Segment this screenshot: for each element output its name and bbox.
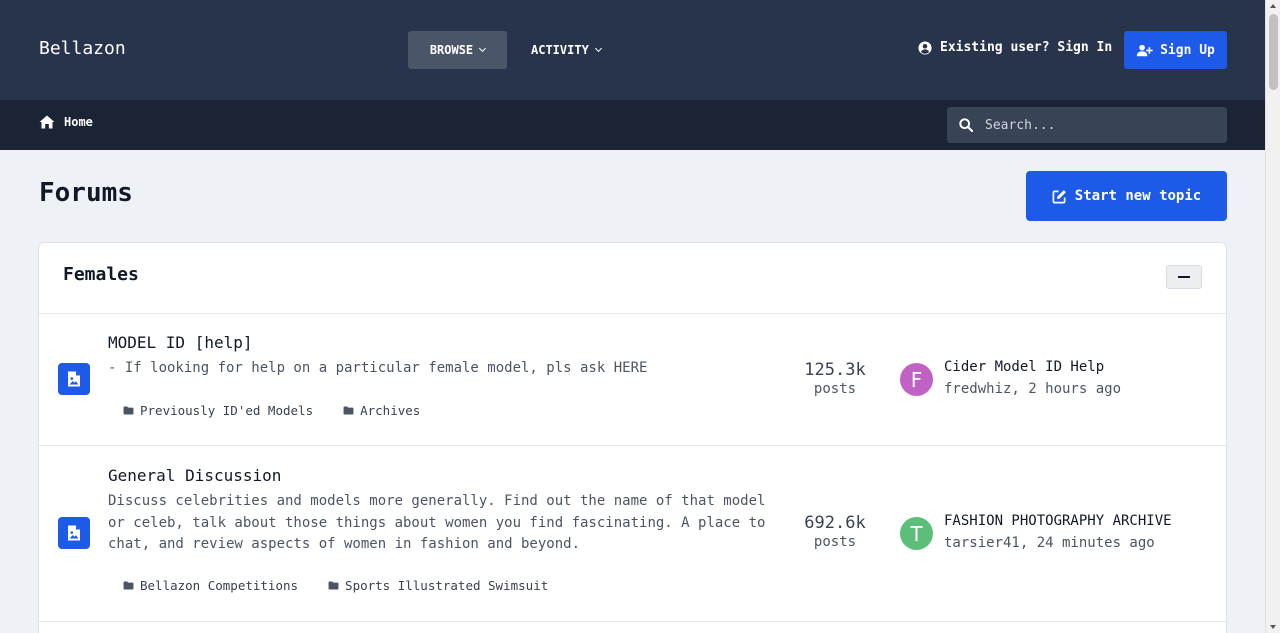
post-count-label: posts (813, 534, 857, 550)
category-title: Females (63, 264, 139, 285)
start-new-topic-label: Start new topic (1074, 188, 1202, 204)
nav-activity-button[interactable]: ACTIVITY (531, 31, 602, 69)
forum-title-link[interactable]: General Discussion (108, 466, 281, 485)
nav-browse-button[interactable]: BROWSE (408, 31, 507, 69)
nav-browse-label: BROWSE (429, 43, 474, 57)
home-label: Home (64, 115, 93, 129)
file-image-icon (58, 517, 90, 549)
post-count-value: 125.3k (804, 360, 866, 380)
user-plus-icon (1136, 44, 1153, 56)
user-circle-icon (918, 40, 932, 55)
nav-activity-label: ACTIVITY (531, 43, 589, 57)
scroll-up-icon[interactable] (1270, 4, 1276, 8)
forum-description: - If looking for help on a particular fe… (108, 360, 648, 376)
subforum-label: Archives (360, 403, 421, 418)
forum-title-link[interactable]: MODEL ID [help] (108, 333, 253, 352)
page-scrollbar[interactable] (1265, 0, 1280, 633)
folder-icon (123, 406, 134, 415)
chevron-down-icon (594, 44, 602, 53)
minus-icon (1178, 276, 1190, 278)
subforum-link[interactable]: Archives (343, 403, 420, 418)
sign-in-link[interactable]: Existing user? Sign In (918, 40, 1112, 55)
forum-row: General Discussion Discuss celebrities a… (39, 445, 1226, 621)
post-count-value: 692.6k (804, 513, 866, 533)
home-icon (39, 115, 55, 129)
search-box[interactable] (947, 107, 1227, 143)
top-header: Bellazon BROWSE ACTIVITY Existing user? … (0, 0, 1265, 100)
subforum-label: Previously ID'ed Models (140, 403, 314, 418)
chevron-down-icon (479, 44, 487, 53)
last-post-title-link[interactable]: FASHION PHOTOGRAPHY ARCHIVE (944, 513, 1172, 529)
collapse-category-button[interactable] (1166, 265, 1202, 289)
search-input[interactable] (985, 117, 1205, 133)
avatar[interactable]: F (900, 363, 933, 396)
subforum-label: Sports Illustrated Swimsuit (345, 578, 549, 593)
post-count: 692.6k posts (795, 513, 875, 550)
sign-up-button[interactable]: Sign Up (1124, 31, 1227, 69)
last-post-meta: tarsier41, 24 minutes ago (944, 535, 1155, 551)
folder-icon (328, 581, 339, 590)
search-icon (959, 118, 973, 132)
last-post-meta: fredwhiz, 2 hours ago (944, 381, 1122, 397)
last-post-title-link[interactable]: Cider Model ID Help (944, 359, 1104, 375)
subforum-list: Previously ID'ed Models Archives (123, 403, 420, 418)
folder-icon (343, 406, 354, 415)
post-count: 125.3k posts (795, 360, 875, 397)
site-brand[interactable]: Bellazon (39, 38, 126, 59)
subforum-link[interactable]: Sports Illustrated Swimsuit (328, 578, 548, 593)
subforum-label: Bellazon Competitions (140, 578, 299, 593)
forum-row (39, 621, 1226, 633)
subforum-list: Bellazon Competitions Sports Illustrated… (123, 578, 548, 593)
avatar[interactable]: T (900, 517, 933, 550)
scroll-down-icon[interactable] (1270, 625, 1276, 629)
breadcrumb-home-link[interactable]: Home (39, 115, 93, 129)
subforum-link[interactable]: Previously ID'ed Models (123, 403, 313, 418)
file-image-icon (58, 363, 90, 395)
forum-description: Discuss celebrities and models more gene… (108, 493, 766, 552)
forum-row: MODEL ID [help] - If looking for help on… (39, 313, 1226, 445)
folder-icon (123, 581, 134, 590)
sign-up-label: Sign Up (1160, 42, 1215, 58)
subforum-link[interactable]: Bellazon Competitions (123, 578, 298, 593)
forum-category-card: Females MODEL ID [help] - If looking for… (38, 242, 1227, 633)
scrollbar-thumb[interactable] (1269, 14, 1278, 90)
post-count-label: posts (813, 381, 857, 397)
page-title: Forums (39, 178, 133, 208)
sign-in-label: Existing user? Sign In (940, 40, 1113, 55)
pen-square-icon (1052, 189, 1066, 203)
start-new-topic-button[interactable]: Start new topic (1026, 171, 1227, 221)
